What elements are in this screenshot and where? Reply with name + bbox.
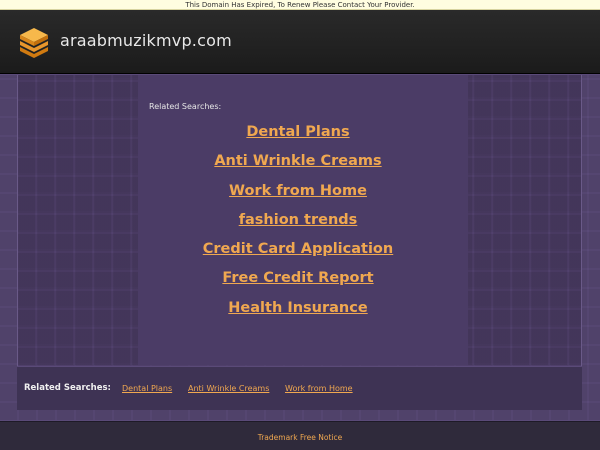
bottom-bar: Trademark Free Notice [0,421,600,450]
domain-expired-notice: This Domain Has Expired, To Renew Please… [0,0,600,10]
footer-link-dental-plans[interactable]: Dental Plans [122,384,172,393]
site-name[interactable]: araabmuzikmvp.com [60,31,232,50]
trademark-notice-link[interactable]: Trademark Free Notice [0,433,600,442]
footer-related-label: Related Searches: [24,383,111,393]
link-health-insurance[interactable]: Health Insurance [148,296,448,325]
link-credit-card-application[interactable]: Credit Card Application [148,237,448,266]
link-fashion-trends[interactable]: fashion trends [148,208,448,237]
footer-related-searches: Related Searches: Dental Plans Anti Wrin… [17,366,582,410]
stacked-layers-icon [20,28,48,58]
link-free-credit-report[interactable]: Free Credit Report [148,266,448,295]
related-links-list: Dental Plans Anti Wrinkle Creams Work fr… [148,120,448,325]
link-work-from-home[interactable]: Work from Home [148,179,448,208]
link-anti-wrinkle-creams[interactable]: Anti Wrinkle Creams [148,149,448,178]
footer-link-anti-wrinkle-creams[interactable]: Anti Wrinkle Creams [188,384,269,393]
link-dental-plans[interactable]: Dental Plans [148,120,448,149]
related-searches-label: Related Searches: [149,102,222,111]
footer-link-work-from-home[interactable]: Work from Home [285,384,353,393]
header-bar: araabmuzikmvp.com [0,10,600,74]
